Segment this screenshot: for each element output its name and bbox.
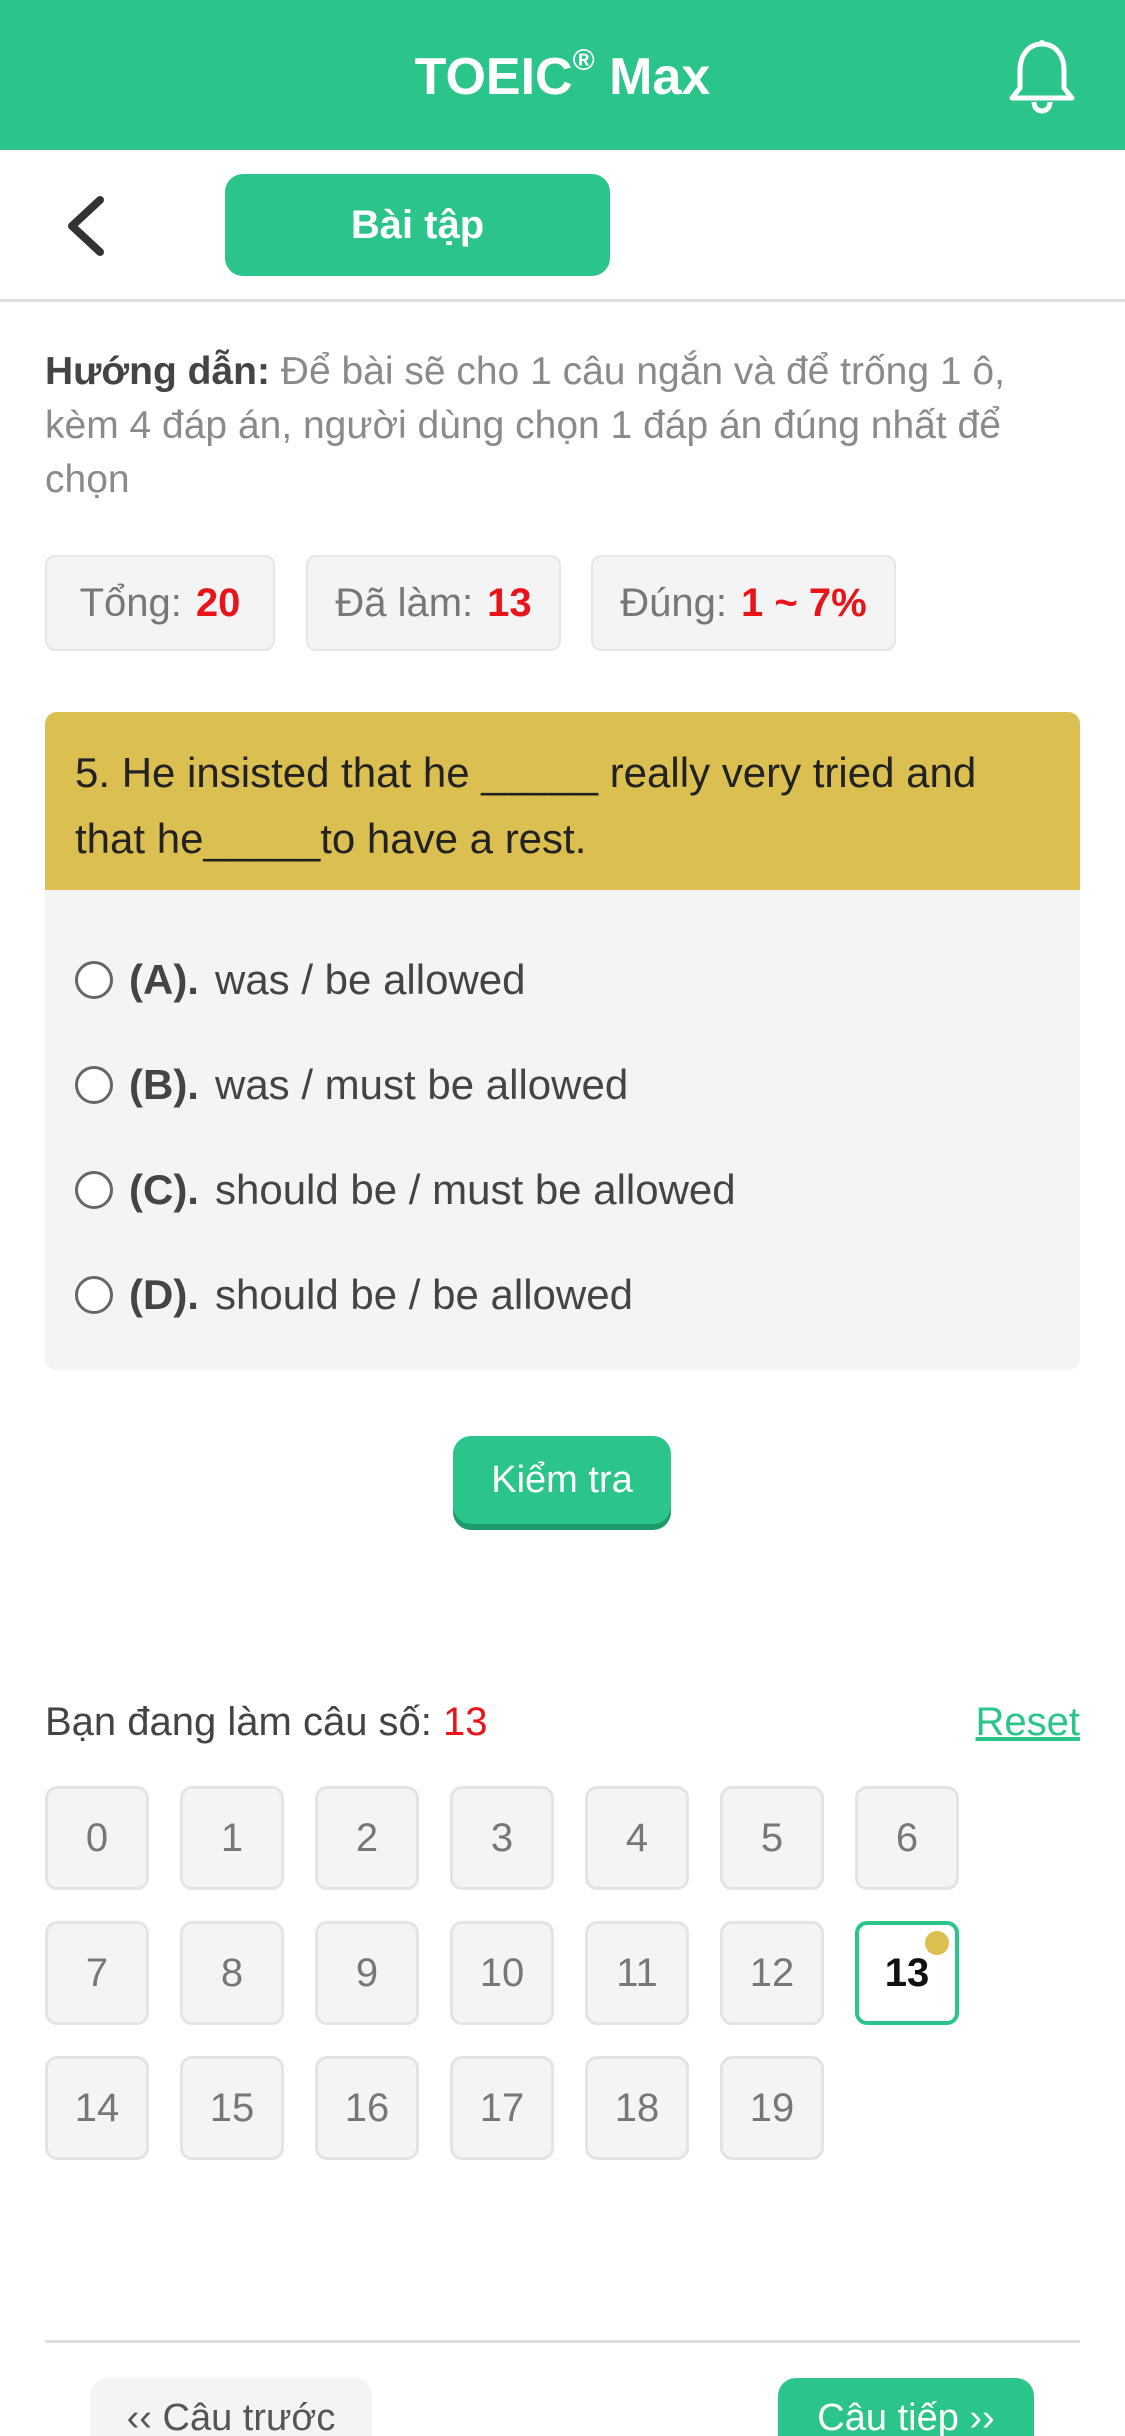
stat-label: Đã làm: (335, 580, 474, 625)
app-title-suffix: Max (594, 48, 711, 106)
option-c[interactable]: (C). should be / must be allowed (75, 1155, 736, 1225)
tab-exercise[interactable]: Bài tập (225, 174, 610, 276)
question-cell[interactable]: 7 (45, 1921, 149, 2025)
radio-button[interactable] (75, 961, 113, 999)
question-cell[interactable]: 11 (585, 1921, 689, 2025)
option-label: (D). (129, 1271, 199, 1318)
progress-text: Bạn đang làm câu số: (45, 1700, 432, 1744)
question-cell[interactable]: 17 (450, 2056, 554, 2160)
app-header: TOEIC® Max (0, 0, 1125, 150)
option-label: (B). (129, 1061, 199, 1108)
app-title-text: TOEIC (414, 48, 573, 106)
question-cell[interactable]: 8 (180, 1921, 284, 2025)
option-label: (A). (129, 956, 199, 1003)
chevron-left-icon[interactable] (62, 194, 112, 258)
progress-label: Bạn đang làm câu số: 13 (45, 1700, 488, 1745)
option-b[interactable]: (B). was / must be allowed (75, 1050, 628, 1120)
stat-correct: Đúng: 1 ~ 7% (591, 555, 896, 651)
question-cell-number: 13 (884, 1950, 930, 1995)
question-cell[interactable]: 4 (585, 1786, 689, 1890)
current-question-number: 13 (443, 1700, 488, 1744)
previous-question-button[interactable]: ‹‹ Câu trước (90, 2378, 372, 2436)
instructions-label: Hướng dẫn: (45, 350, 270, 393)
question-cell[interactable]: 9 (315, 1921, 419, 2025)
option-text: should be / must be allowed (214, 1166, 736, 1213)
option-text: was / must be allowed (214, 1061, 629, 1108)
question-cell[interactable]: 0 (45, 1786, 149, 1890)
question-cell[interactable]: 19 (720, 2056, 824, 2160)
stat-label: Tổng: (79, 580, 182, 625)
question-cell[interactable]: 5 (720, 1786, 824, 1890)
question-cell[interactable]: 18 (585, 2056, 689, 2160)
reset-link[interactable]: Reset (976, 1700, 1081, 1745)
stat-value: 20 (195, 580, 241, 625)
check-button[interactable]: Kiểm tra (453, 1436, 671, 1524)
next-question-button[interactable]: Câu tiếp ›› (778, 2378, 1034, 2436)
stat-value: 1 ~ 7% (741, 580, 867, 625)
radio-button[interactable] (75, 1276, 113, 1314)
question-cell[interactable]: 15 (180, 2056, 284, 2160)
question-card: 5. He insisted that he _____ really very… (45, 712, 1080, 1370)
instructions: Hướng dẫn: Để bài sẽ cho 1 câu ngắn và đ… (45, 345, 1085, 507)
question-cell[interactable]: 6 (855, 1786, 959, 1890)
question-cell[interactable]: 10 (450, 1921, 554, 2025)
question-text: 5. He insisted that he _____ really very… (45, 712, 1080, 890)
question-cell[interactable]: 3 (450, 1786, 554, 1890)
divider (45, 2340, 1080, 2343)
question-cell-current[interactable]: 13 (855, 1921, 959, 2025)
bell-icon[interactable] (1006, 38, 1078, 114)
app-title: TOEIC® Max (0, 44, 1125, 107)
option-label: (C). (129, 1166, 199, 1213)
radio-button[interactable] (75, 1171, 113, 1209)
option-text: should be / be allowed (214, 1271, 633, 1318)
stat-label: Đúng: (620, 580, 728, 625)
question-cell[interactable]: 12 (720, 1921, 824, 2025)
stat-done: Đã làm: 13 (306, 555, 561, 651)
registered-mark: ® (572, 44, 595, 77)
option-text: was / be allowed (214, 956, 526, 1003)
question-cell[interactable]: 1 (180, 1786, 284, 1890)
option-d[interactable]: (D). should be / be allowed (75, 1260, 633, 1330)
question-cell[interactable]: 2 (315, 1786, 419, 1890)
stat-total: Tổng: 20 (45, 555, 275, 651)
sub-header: Bài tập (0, 150, 1125, 302)
question-cell[interactable]: 14 (45, 2056, 149, 2160)
radio-button[interactable] (75, 1066, 113, 1104)
question-cell[interactable]: 16 (315, 2056, 419, 2160)
current-indicator-dot (925, 1931, 949, 1955)
option-a[interactable]: (A). was / be allowed (75, 945, 526, 1015)
stat-value: 13 (487, 580, 532, 625)
